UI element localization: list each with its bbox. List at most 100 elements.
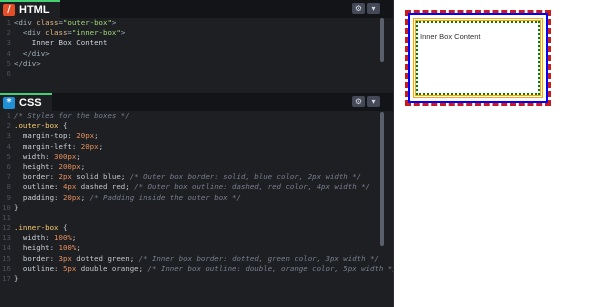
code-token: dashed red — [76, 182, 126, 192]
line-code: width: 300px; — [14, 152, 81, 162]
code-token: Inner Box Content — [14, 38, 108, 48]
chevron-down-icon: ▾ — [371, 4, 376, 13]
html-collapse-button[interactable]: ▾ — [367, 3, 380, 14]
code-token: height: — [14, 161, 59, 171]
html-settings-button[interactable]: ⚙ — [352, 3, 365, 14]
css-tab[interactable]: * CSS — [0, 93, 52, 111]
code-token: dotted green — [71, 253, 130, 263]
code-token: > — [120, 28, 126, 38]
code-token: width: — [14, 233, 55, 243]
code-token: ; — [125, 182, 135, 192]
code-line: 6 — [0, 69, 393, 79]
code-token: ; — [120, 172, 130, 182]
gear-icon: ⚙ — [354, 4, 363, 13]
css3-icon: * — [3, 97, 15, 109]
line-code: </div> — [14, 59, 41, 69]
code-token: .inner-box — [14, 223, 59, 233]
code-line: 2 <div class="inner-box"> — [0, 28, 393, 38]
code-line: 1 <div class="outer-box"> — [0, 18, 393, 28]
css-collapse-button[interactable]: ▾ — [367, 96, 380, 107]
code-token: outline: — [14, 263, 63, 273]
html-scrollbar[interactable] — [380, 18, 384, 62]
line-code: </div> — [14, 49, 50, 59]
code-token: margin-top: — [14, 131, 77, 141]
code-token: 2px — [58, 172, 72, 182]
code-token: </div> — [14, 58, 41, 68]
code-token: .outer-box — [14, 121, 59, 131]
css-scrollbar[interactable] — [380, 112, 384, 246]
line-code: border: 2px solid blue; /* Outer box bor… — [14, 172, 361, 182]
code-line: 3 Inner Box Content — [0, 38, 393, 48]
code-token: height: — [14, 243, 59, 253]
line-number: 2 — [6, 121, 11, 131]
inner-box: Inner Box Content — [413, 18, 543, 98]
code-line: 1/* Styles for the boxes */ — [0, 111, 393, 121]
code-line: 15 border: 3px dotted green; /* Inner bo… — [0, 254, 393, 264]
code-line: 11 — [0, 213, 393, 223]
line-code: margin-left: 20px; — [14, 142, 103, 152]
line-code: <div class="outer-box"> — [14, 18, 116, 28]
html-pane-header: / HTML ⚙ ▾ — [0, 0, 393, 18]
line-code: margin-top: 20px; — [14, 131, 99, 141]
code-token: ; — [71, 233, 77, 243]
html-tab[interactable]: / HTML — [0, 0, 60, 18]
code-token: ; — [138, 263, 148, 273]
line-code: width: 100%; — [14, 233, 76, 243]
code-line: 4 margin-left: 20px; — [0, 142, 393, 152]
line-code: } — [14, 274, 18, 284]
code-token: border: — [14, 172, 59, 182]
code-token: ; — [80, 161, 86, 171]
gear-icon: ⚙ — [354, 97, 363, 106]
line-number: 17 — [2, 274, 11, 283]
line-number: 4 — [6, 48, 11, 58]
line-code: border: 3px dotted green; /* Inner box b… — [14, 254, 379, 264]
code-token: solid blue — [71, 172, 121, 182]
line-code: padding: 20px; /* Padding inside the out… — [14, 193, 241, 203]
code-token: "outer-box" — [62, 18, 112, 27]
code-token: /* Outer box border: solid, blue color, … — [129, 172, 362, 182]
html-code-area[interactable]: 1 <div class="outer-box"> 2 <div class="in… — [0, 18, 393, 93]
line-number: 3 — [6, 131, 11, 141]
line-number: 3 — [6, 38, 11, 48]
code-token: <div — [14, 18, 37, 27]
code-line: 12 .inner-box { — [0, 223, 393, 233]
code-token: /* Inner box border: dotted, green color… — [138, 253, 379, 263]
outer-box: Inner Box Content — [405, 10, 551, 106]
code-token: "inner-box" — [71, 28, 121, 38]
line-number: 14 — [2, 243, 11, 253]
code-line: 17} — [0, 274, 393, 284]
css-settings-button[interactable]: ⚙ — [352, 96, 365, 107]
line-code: height: 200px; — [14, 162, 85, 172]
css-code-area[interactable]: 1/* Styles for the boxes */2 .outer-box {… — [0, 111, 393, 307]
result-preview: Inner Box Content — [394, 0, 600, 307]
code-line: 5 width: 300px; — [0, 152, 393, 162]
line-number: 4 — [6, 141, 11, 151]
code-token: 100% — [54, 233, 72, 243]
code-token: margin-left: — [14, 141, 81, 151]
line-number: 9 — [6, 192, 11, 202]
code-line: 2 .outer-box { — [0, 121, 393, 131]
code-token: border: — [14, 253, 59, 263]
code-line: 14 height: 100%; — [0, 243, 393, 253]
line-code: <div class="inner-box"> — [14, 28, 125, 38]
code-token: { — [58, 223, 68, 233]
code-token: </div> — [22, 48, 50, 58]
code-token: 20px — [62, 192, 81, 202]
line-number: 1 — [6, 111, 11, 120]
code-token: /* Padding inside the outer box */ — [89, 192, 241, 202]
code-line: 4 </div> — [0, 49, 393, 59]
code-line: 9 padding: 20px; /* Padding inside the o… — [0, 193, 393, 203]
line-number: 5 — [6, 58, 11, 68]
line-code: /* Styles for the boxes */ — [14, 111, 130, 121]
code-token: 300px — [54, 151, 77, 161]
line-code: outline: 4px dashed red; /* Outer box ou… — [14, 182, 370, 192]
code-token: 4px — [62, 182, 77, 192]
html-tab-label: HTML — [19, 4, 50, 16]
code-token: 100% — [58, 243, 77, 253]
code-token: /* Inner box outline: double, orange col… — [147, 263, 393, 273]
code-token: ; — [76, 151, 81, 161]
code-editor: / HTML ⚙ ▾ 1 <div class="outer-box"> 2 <di… — [0, 0, 393, 307]
code-token: > — [111, 18, 117, 27]
code-token: ; — [94, 131, 99, 141]
